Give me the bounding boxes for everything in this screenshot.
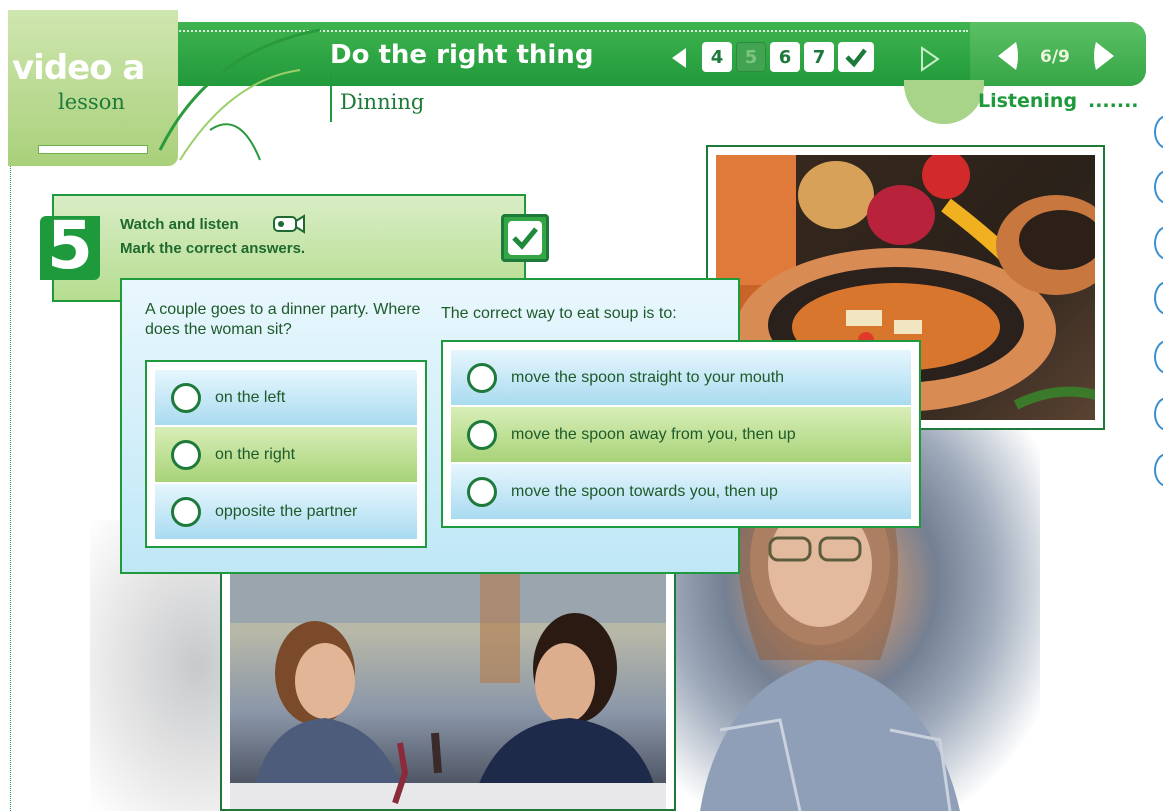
page-counter: 6/9: [1040, 47, 1070, 67]
option-label: move the spoon straight to your mouth: [511, 368, 785, 386]
step-4-button[interactable]: 4: [702, 42, 732, 72]
step-next-arrow-icon[interactable]: [918, 46, 942, 72]
logo-video-text: video a: [12, 48, 145, 88]
question-1-options: on the left on the right opposite the pa…: [145, 360, 427, 548]
logo-underline: [38, 145, 148, 154]
dinner-couple-photo: [230, 533, 666, 809]
question-2-options: move the spoon straight to your mouth mo…: [441, 340, 921, 528]
option-q2-1[interactable]: move the spoon straight to your mouth: [451, 350, 911, 405]
listening-decoration: [904, 80, 984, 124]
option-label: move the spoon away from you, then up: [511, 425, 796, 443]
option-label: on the left: [215, 388, 286, 406]
radio-button[interactable]: [467, 419, 497, 450]
option-q1-3[interactable]: opposite the partner: [155, 484, 417, 539]
option-q1-1[interactable]: on the left: [155, 370, 417, 425]
edge-nav-circle[interactable]: [1154, 340, 1163, 374]
decorative-swirl-icon: [158, 28, 321, 161]
page-next-arrow-icon[interactable]: [1090, 38, 1124, 74]
option-label: opposite the partner: [215, 502, 358, 520]
instruction-line1: Watch and listen .: [120, 216, 289, 233]
instruction-line2: Mark the correct answers.: [120, 240, 306, 257]
video-camera-icon[interactable]: [271, 210, 307, 236]
edge-nav-circle[interactable]: [1154, 115, 1163, 149]
step-prev-arrow-icon[interactable]: [672, 48, 686, 68]
option-q2-3[interactable]: move the spoon towards you, then up: [451, 464, 911, 519]
check-answers-button[interactable]: [501, 214, 549, 262]
section-label: Listening: [978, 90, 1078, 112]
edge-nav-circle[interactable]: [1154, 453, 1163, 487]
edge-nav-circle[interactable]: [1154, 170, 1163, 204]
radio-button[interactable]: [171, 496, 201, 527]
question-1-text: A couple goes to a dinner party. Where d…: [145, 301, 421, 338]
step-6-button[interactable]: 6: [770, 42, 800, 72]
option-q1-2[interactable]: on the right: [155, 427, 417, 482]
page-subtitle: Dinning: [340, 90, 425, 114]
option-label: on the right: [215, 445, 296, 463]
edge-nav-circle[interactable]: [1154, 397, 1163, 431]
logo-lesson-text: lesson: [58, 90, 125, 114]
page-prev-arrow-icon[interactable]: [988, 38, 1022, 74]
option-label: move the spoon towards you, then up: [511, 482, 778, 500]
question-2-text: The correct way to eat soup is to:: [441, 305, 677, 322]
instruction-watch: Watch and listen: [120, 216, 239, 233]
exercise-number: 5: [47, 207, 93, 284]
title-separator: [330, 74, 332, 122]
radio-button[interactable]: [467, 476, 497, 507]
step-7-button[interactable]: 7: [804, 42, 834, 72]
edge-nav-circle[interactable]: [1154, 226, 1163, 260]
option-q2-2[interactable]: move the spoon away from you, then up: [451, 407, 911, 462]
radio-button[interactable]: [467, 362, 497, 393]
step-check-button[interactable]: [838, 42, 874, 72]
page-title: Do the right thing: [330, 40, 594, 70]
section-dots: .......: [1088, 90, 1139, 112]
left-dotted-guide: [10, 165, 11, 811]
check-icon: [508, 221, 542, 255]
radio-button[interactable]: [171, 439, 201, 470]
check-icon: [845, 48, 867, 68]
edge-nav-circle[interactable]: [1154, 281, 1163, 315]
step-5-button[interactable]: 5: [736, 42, 766, 72]
radio-button[interactable]: [171, 382, 201, 413]
